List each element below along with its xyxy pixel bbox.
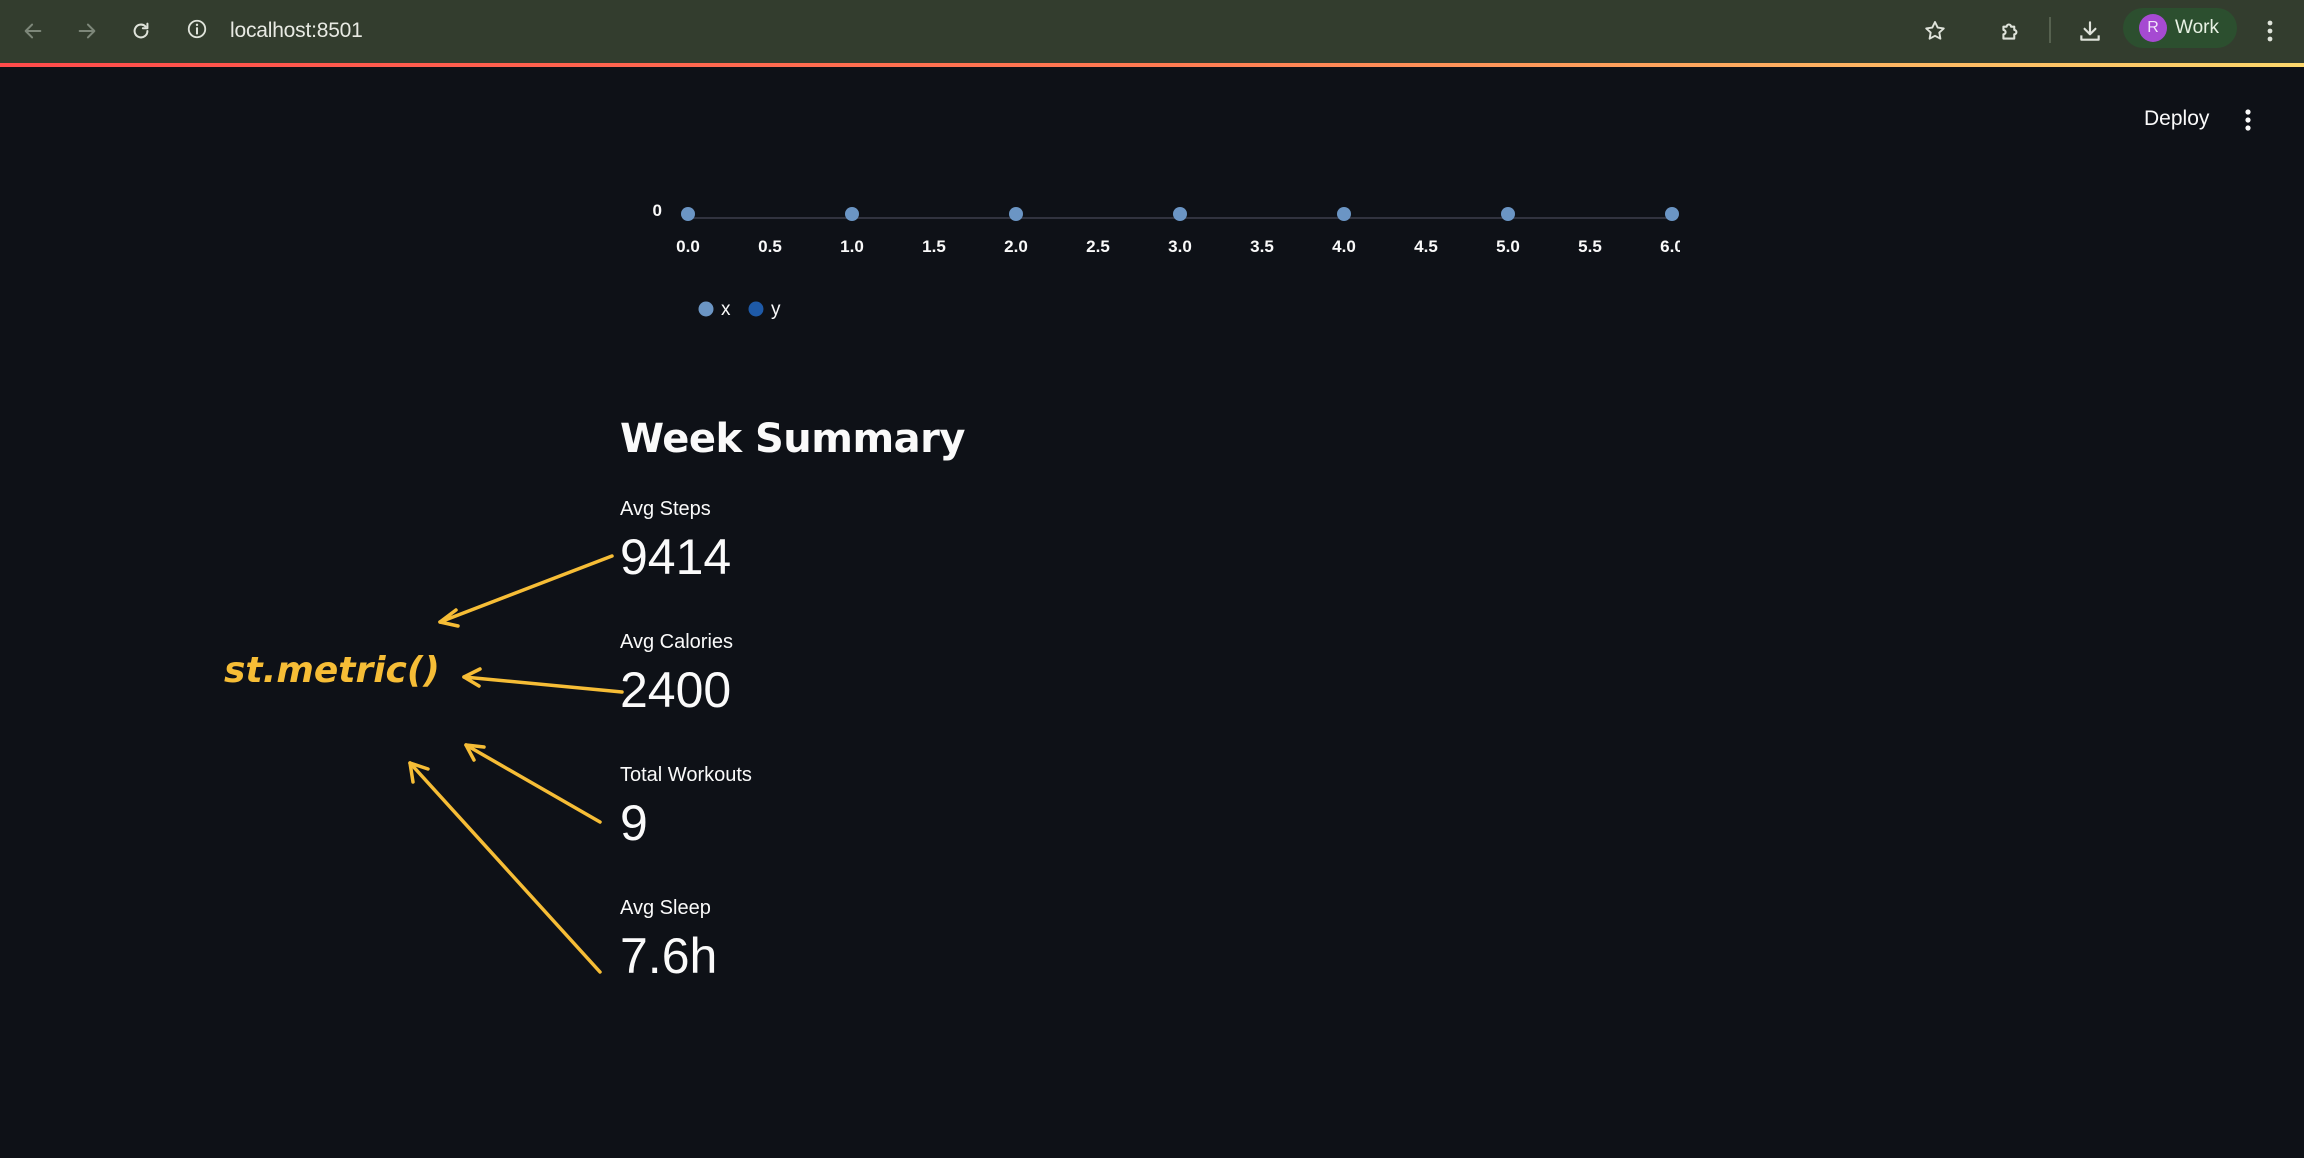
- annotation-arrows: [408, 554, 624, 974]
- arrow-to-avg-steps: [438, 554, 614, 624]
- arrow-to-total-workouts: [464, 743, 602, 824]
- arrow-to-avg-sleep: [408, 761, 602, 974]
- arrow-to-avg-calories: [462, 675, 624, 694]
